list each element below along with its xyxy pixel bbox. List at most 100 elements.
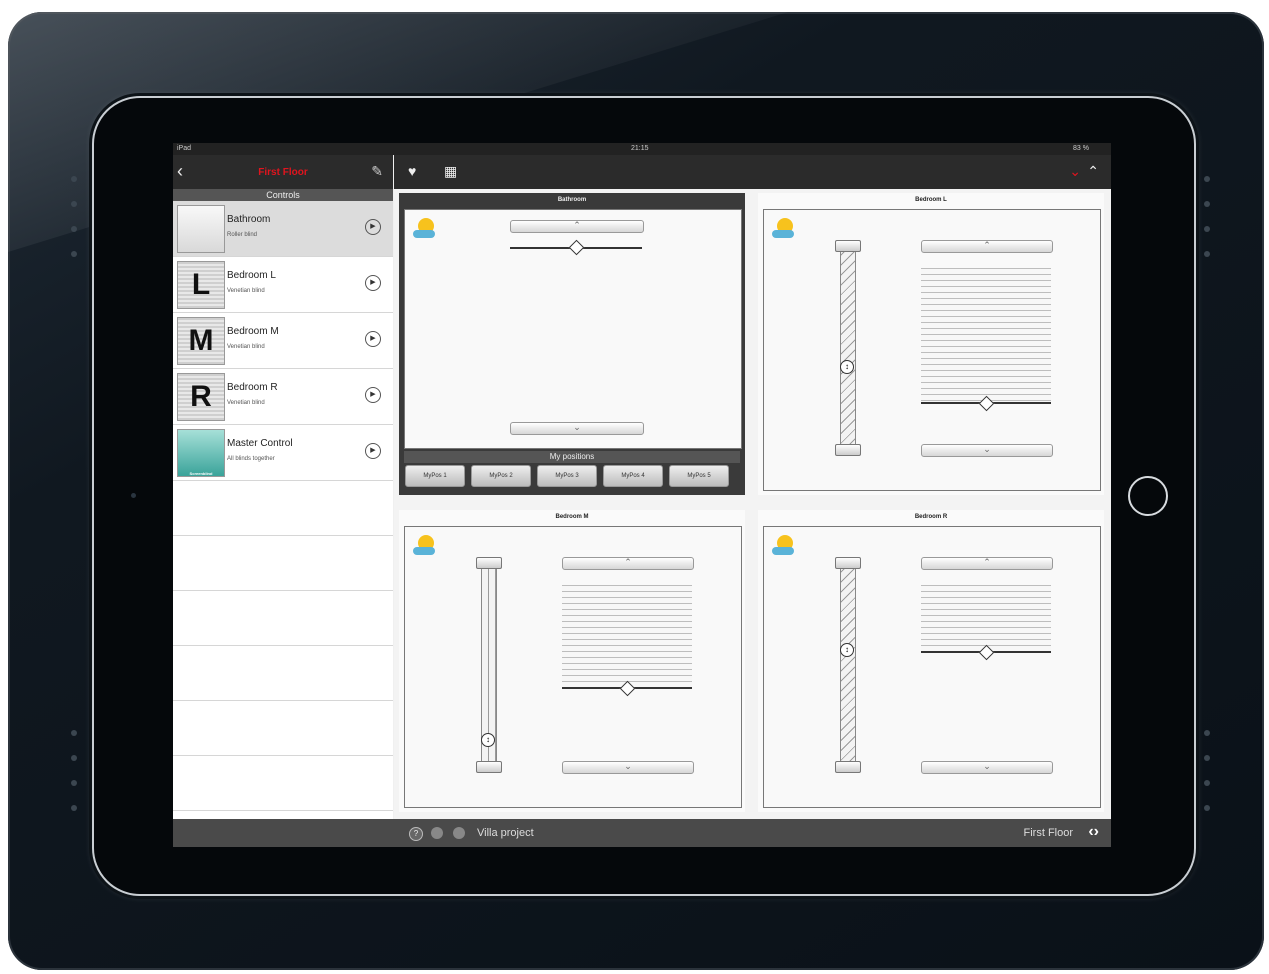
master-blind-icon: Screenblind	[177, 429, 225, 477]
roller-blind-icon	[177, 205, 225, 253]
panel-title: Bedroom M	[555, 514, 589, 520]
battery-label: 83 %	[1073, 145, 1089, 152]
list-item-sub: All blinds together	[227, 456, 275, 462]
grid-icon[interactable]: ▦	[444, 163, 457, 180]
tilt-top-button[interactable]	[835, 557, 861, 569]
empty-row	[173, 481, 393, 536]
tilt-handle[interactable]: ↕	[840, 360, 854, 374]
list-item-sub: Venetian blind	[227, 400, 265, 406]
blind-down-button[interactable]: ⌄	[510, 422, 644, 435]
tilt-handle[interactable]: ↕	[481, 733, 495, 747]
status-bar: iPad 21:15 83 %	[173, 143, 1111, 155]
list-item-name: Bathroom	[227, 214, 271, 225]
empty-row	[173, 646, 393, 701]
carrier-label: iPad	[177, 145, 192, 152]
speaker-dots	[71, 730, 77, 811]
camera-icon	[131, 493, 136, 498]
speaker-dots	[1204, 730, 1210, 811]
blind-control: ⌃ ⌄	[404, 209, 742, 449]
list-item-name: Bedroom M	[227, 326, 279, 337]
tilt-bottom-button[interactable]	[476, 761, 502, 773]
my-positions-label: My positions	[404, 451, 740, 463]
help-icon[interactable]: ?	[409, 827, 423, 841]
list-item-master-control[interactable]: Screenblind Master Control All blinds to…	[173, 425, 393, 481]
empty-row	[173, 591, 393, 646]
tilt-rail	[840, 563, 856, 771]
empty-row	[173, 536, 393, 591]
bottom-bar: ? Villa project First Floor ‹›	[173, 819, 1111, 847]
tilt-handle[interactable]: ↕	[840, 643, 854, 657]
mypos-button[interactable]: MyPos 2	[471, 465, 531, 487]
venetian-blind-icon: R	[177, 373, 225, 421]
empty-row	[173, 756, 393, 811]
page-title: First Floor	[258, 167, 308, 178]
tilt-top-button[interactable]	[476, 557, 502, 569]
mypos-button[interactable]: MyPos 5	[669, 465, 729, 487]
venetian-blind-icon: M	[177, 317, 225, 365]
chevron-down-icon[interactable]: ⌄	[1069, 163, 1081, 180]
speaker-dots	[71, 176, 77, 257]
section-label: Controls	[173, 189, 393, 201]
panel-bedroom-m: Bedroom M ↕ ⌃ ⌄	[399, 510, 745, 812]
blind-up-button[interactable]: ⌃	[510, 220, 644, 233]
play-icon[interactable]: ▶	[365, 219, 381, 235]
play-icon[interactable]: ▶	[365, 387, 381, 403]
tilt-top-button[interactable]	[835, 240, 861, 252]
home-button[interactable]	[1128, 476, 1168, 516]
right-header: ♥ ▦ ⌄ ⌃	[394, 155, 1111, 189]
sun-icon	[413, 535, 435, 555]
list-item-name: Master Control	[227, 438, 293, 449]
play-icon[interactable]: ▶	[365, 275, 381, 291]
list-item-bathroom[interactable]: Bathroom Roller blind ▶	[173, 201, 393, 257]
heart-icon[interactable]: ♥	[408, 163, 416, 179]
sun-icon	[772, 535, 794, 555]
tilt-bottom-button[interactable]	[835, 761, 861, 773]
page-dot[interactable]	[431, 827, 443, 839]
controls-pane: ♥ ▦ ⌄ ⌃ Bathroom ⌃ ⌄ My positions MyPos …	[394, 155, 1111, 819]
room-list-pane: ‹ First Floor ✎ Controls Bathroom Roller…	[173, 155, 393, 819]
speaker-dots	[1204, 176, 1210, 257]
clock: 21:15	[631, 145, 649, 152]
page-dot[interactable]	[453, 827, 465, 839]
mypos-button[interactable]: MyPos 3	[537, 465, 597, 487]
blind-up-button[interactable]: ⌃	[562, 557, 694, 570]
pencil-icon[interactable]: ✎	[371, 163, 383, 180]
list-item-sub: Venetian blind	[227, 288, 265, 294]
app-screen: iPad 21:15 83 % ‹ First Floor ✎ Controls…	[173, 143, 1111, 847]
panel-bathroom: Bathroom ⌃ ⌄ My positions MyPos 1 MyPos …	[399, 193, 745, 495]
tilt-rail	[840, 246, 856, 454]
venetian-blind-icon: L	[177, 261, 225, 309]
panel-title: Bedroom L	[915, 197, 947, 203]
floor-nav-icon[interactable]: ‹›	[1088, 823, 1099, 841]
sun-icon	[413, 218, 435, 238]
project-name: Villa project	[477, 827, 534, 839]
blind-control: ↕ ⌃ ⌄	[763, 526, 1101, 808]
play-icon[interactable]: ▶	[365, 331, 381, 347]
list-item-bedroom-l[interactable]: L Bedroom L Venetian blind ▶	[173, 257, 393, 313]
blind-control: ↕ ⌃ ⌄	[763, 209, 1101, 491]
list-item-bedroom-m[interactable]: M Bedroom M Venetian blind ▶	[173, 313, 393, 369]
list-item-name: Bedroom R	[227, 382, 278, 393]
blind-down-button[interactable]: ⌄	[562, 761, 694, 774]
list-item-bedroom-r[interactable]: R Bedroom R Venetian blind ▶	[173, 369, 393, 425]
tilt-bottom-button[interactable]	[835, 444, 861, 456]
blind-up-button[interactable]: ⌃	[921, 240, 1053, 253]
blind-down-button[interactable]: ⌄	[921, 444, 1053, 457]
left-header: ‹ First Floor ✎	[173, 155, 393, 189]
list-item-name: Bedroom L	[227, 270, 276, 281]
empty-row	[173, 701, 393, 756]
blind-up-button[interactable]: ⌃	[921, 557, 1053, 570]
panel-title: Bedroom R	[914, 514, 948, 520]
mypos-button[interactable]: MyPos 4	[603, 465, 663, 487]
panel-title: Bathroom	[557, 197, 587, 203]
blind-slats	[921, 268, 1051, 404]
chevron-up-icon[interactable]: ⌃	[1087, 163, 1099, 180]
blind-handle[interactable]	[568, 239, 585, 256]
panel-bedroom-l: Bedroom L ↕ ⌃ ⌄	[758, 193, 1104, 495]
panel-bedroom-r: Bedroom R ↕ ⌃ ⌄	[758, 510, 1104, 812]
blind-slats	[562, 585, 692, 689]
blind-down-button[interactable]: ⌄	[921, 761, 1053, 774]
blind-control: ↕ ⌃ ⌄	[404, 526, 742, 808]
mypos-button[interactable]: MyPos 1	[405, 465, 465, 487]
play-icon[interactable]: ▶	[365, 443, 381, 459]
